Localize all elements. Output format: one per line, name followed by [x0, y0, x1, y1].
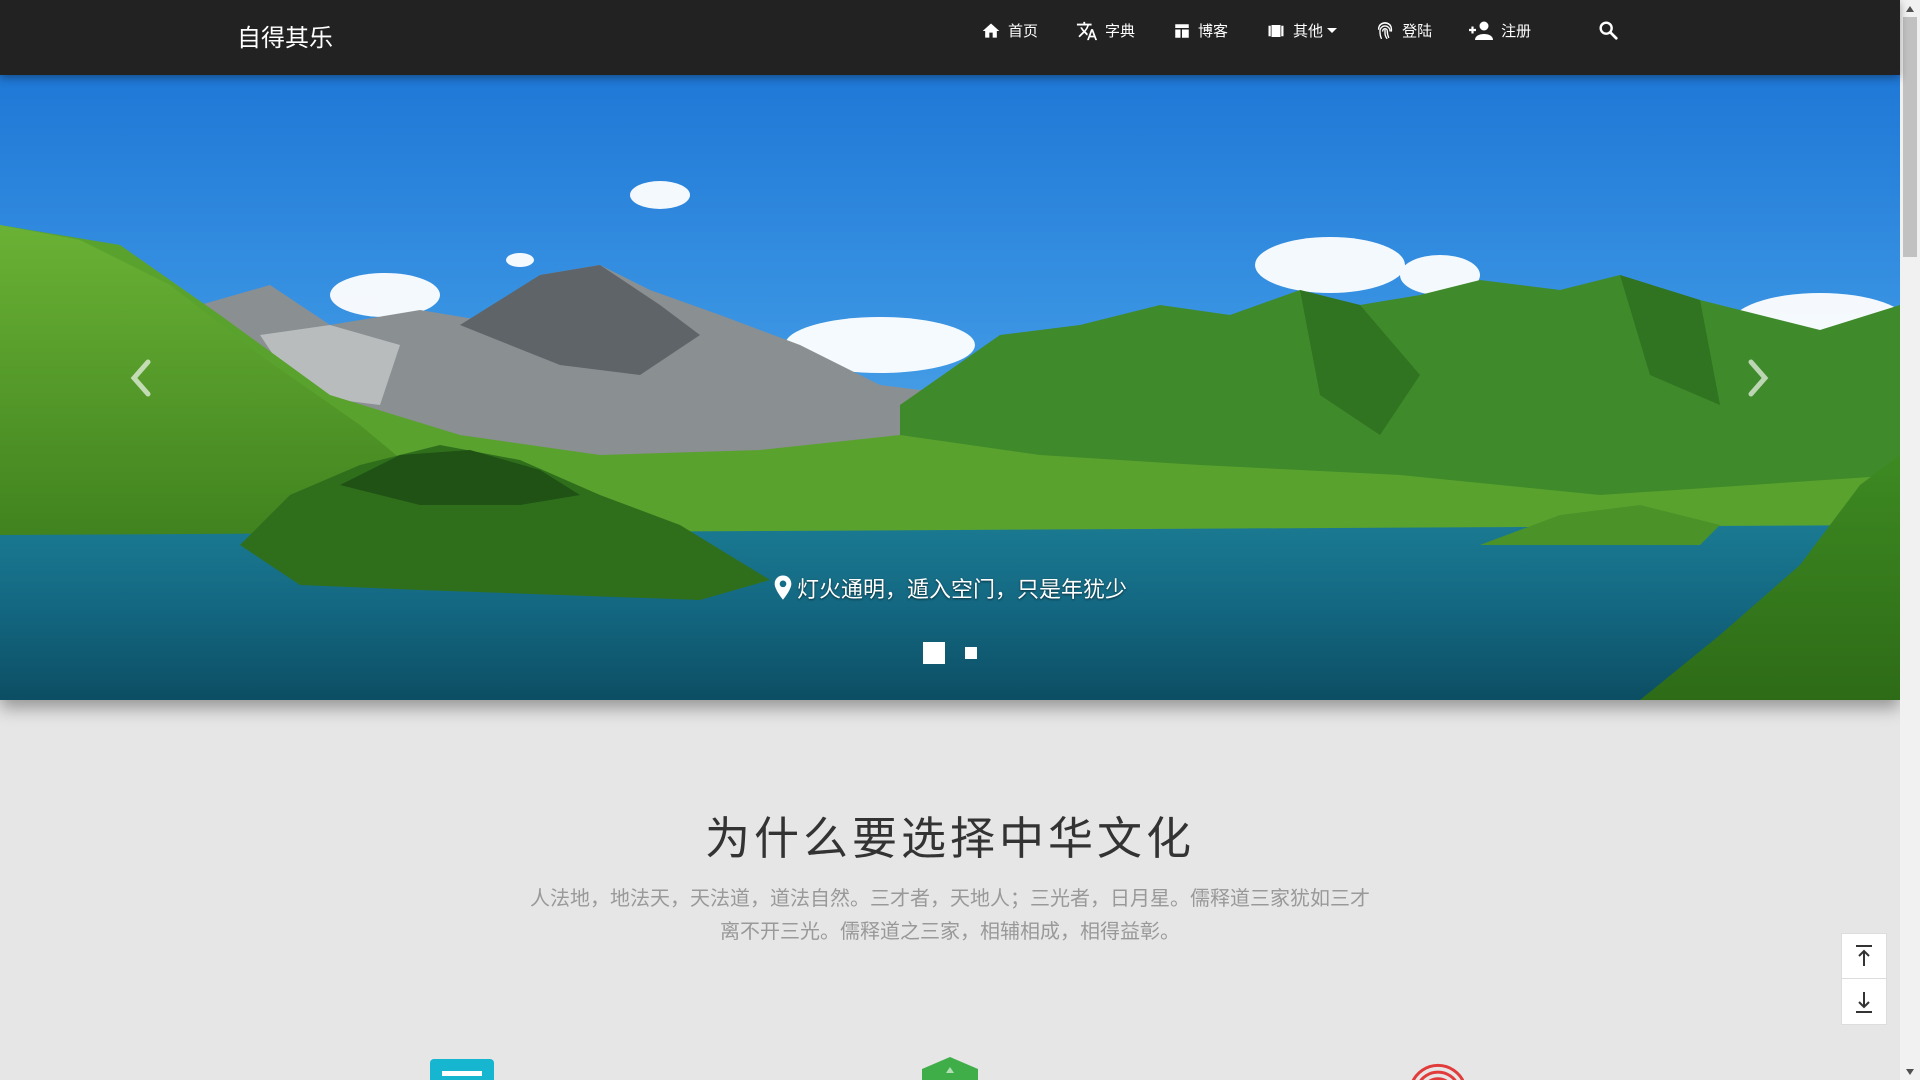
feature-card-2 — [920, 1055, 980, 1080]
nav-item-login[interactable]: 登陆 — [1374, 20, 1432, 42]
arrow-to-top-icon — [1856, 945, 1872, 966]
nav-item-label: 登陆 — [1402, 22, 1433, 40]
search-button[interactable] — [1597, 19, 1619, 45]
carousel-caption-text: 灯火通明，遁入空门，只是年犹少 — [796, 578, 1127, 603]
nav-menu: 首页 字典 博客 其他 登陆 注册 — [980, 0, 1568, 61]
nav-item-label: 字典 — [1105, 22, 1136, 40]
video-icon — [1268, 24, 1284, 37]
landscape-image — [0, 75, 1900, 700]
carousel-next-button[interactable] — [1745, 358, 1771, 402]
scrollbar-thumb[interactable] — [1903, 17, 1917, 257]
fingerprint-icon — [1377, 21, 1393, 39]
scroll-to-bottom-button[interactable] — [1842, 979, 1886, 1024]
arrow-to-bottom-icon — [1856, 991, 1872, 1013]
nav-item-label: 注册 — [1501, 22, 1532, 40]
section-description-line: 离不开三光。儒释道之三家，相辅相成，相得益彰。 — [720, 919, 1180, 943]
scrollbar-down-arrow[interactable] — [1900, 1063, 1920, 1080]
carousel-caption: 灯火通明，遁入空门，只是年犹少 — [0, 572, 1900, 604]
carousel-prev-button[interactable] — [128, 358, 154, 402]
home-icon — [982, 23, 1000, 38]
scroll-buttons — [1841, 933, 1887, 1025]
feature-card-1 — [430, 1055, 494, 1080]
nav-item-register[interactable]: 注册 — [1469, 20, 1531, 41]
nav-item-other-dropdown[interactable]: 其他 — [1265, 20, 1338, 41]
nav-item-dictionary[interactable]: 字典 — [1075, 20, 1135, 42]
vertical-scrollbar[interactable] — [1900, 0, 1920, 1080]
nav-item-label: 其他 — [1293, 22, 1324, 40]
translate-icon — [1076, 21, 1098, 40]
search-icon — [1599, 21, 1618, 40]
carousel-indicator-2[interactable] — [965, 647, 977, 659]
section-title: 为什么要选择中华文化 — [704, 812, 1195, 865]
carousel-indicators — [0, 642, 1900, 664]
section-description-line: 人法地，地法天，天法道，道法自然。三才者，天地人；三光者，日月星。儒释道三家犹如… — [530, 886, 1370, 910]
feature-card-3 — [1408, 1055, 1468, 1080]
scroll-to-top-button[interactable] — [1842, 934, 1886, 979]
scrollbar-up-arrow[interactable] — [1900, 0, 1920, 17]
triangle-up-icon — [1906, 5, 1914, 12]
nav-item-label: 博客 — [1198, 22, 1229, 40]
triangle-down-icon — [1906, 1068, 1914, 1075]
nav-item-label: 首页 — [1008, 22, 1039, 40]
hexagon-icon — [922, 1057, 978, 1080]
chevron-right-icon — [1748, 359, 1769, 397]
nav-item-home[interactable]: 首页 — [980, 20, 1038, 41]
dashboard-icon — [1175, 23, 1189, 38]
wifi-signal-icon — [1411, 1063, 1465, 1080]
chevron-left-icon — [130, 359, 151, 397]
person-add-icon — [1469, 21, 1494, 40]
top-navbar: 自得其乐 首页 字典 博客 其他 登陆 注册 — [0, 0, 1900, 75]
hero-carousel: 灯火通明，遁入空门，只是年犹少 — [0, 75, 1900, 700]
nav-item-blog[interactable]: 博客 — [1172, 20, 1228, 41]
carousel-indicator-1[interactable] — [923, 642, 945, 664]
location-pin-icon — [774, 575, 792, 600]
brand-logo[interactable]: 自得其乐 — [237, 18, 333, 53]
chevron-down-icon — [1327, 28, 1338, 33]
document-icon — [430, 1059, 494, 1080]
section-description: 人法地，地法天，天法道，道法自然。三才者，天地人；三光者，日月星。儒释道三家犹如… — [0, 882, 1900, 948]
